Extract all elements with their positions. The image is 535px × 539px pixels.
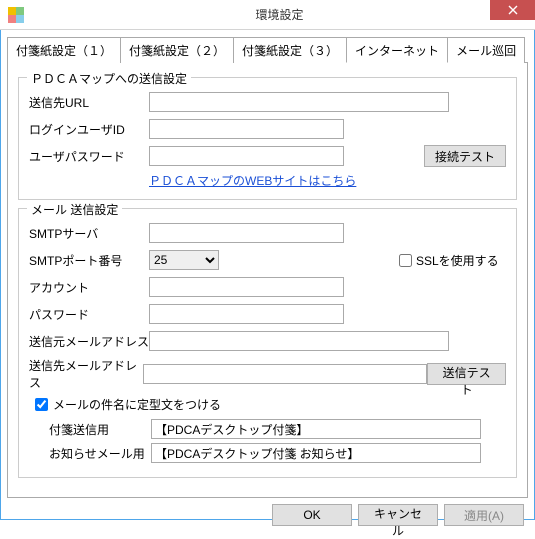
input-prefix-notice[interactable] — [151, 443, 481, 463]
label-from-address: 送信元メールアドレス — [29, 333, 149, 350]
label-smtp-server: SMTPサーバ — [29, 225, 149, 242]
label-prefix-notice: お知らせメール用 — [49, 445, 151, 462]
select-smtp-port[interactable]: 25 — [149, 250, 219, 270]
window-body: 付箋紙設定（１） 付箋紙設定（２） 付箋紙設定（３） インターネット メール巡回… — [0, 30, 535, 520]
app-icon — [8, 7, 24, 23]
tab-strip: 付箋紙設定（１） 付箋紙設定（２） 付箋紙設定（３） インターネット メール巡回 — [7, 37, 528, 63]
dialog-button-row: OK キャンセル 適用(A) — [7, 504, 528, 526]
label-user-password: ユーザパスワード — [29, 148, 149, 165]
tab-fusen-1[interactable]: 付箋紙設定（１） — [7, 37, 121, 63]
input-login-user[interactable] — [149, 119, 344, 139]
label-subject-prefix: メールの件名に定型文をつける — [53, 396, 221, 413]
label-smtp-port: SMTPポート番号 — [29, 252, 149, 269]
apply-button[interactable]: 適用(A) — [444, 504, 524, 526]
close-button[interactable] — [490, 0, 535, 20]
pdca-website-link[interactable]: ＰＤＣＡマップのWEBサイトはこちら — [149, 174, 356, 188]
send-test-button[interactable]: 送信テスト — [427, 363, 506, 385]
group-pdca-send: ＰＤＣＡマップへの送信設定 送信先URL ログインユーザID ユーザパスワード … — [18, 77, 517, 200]
input-smtp-server[interactable] — [149, 223, 344, 243]
label-dest-url: 送信先URL — [29, 94, 149, 111]
label-prefix-fusen: 付箋送信用 — [49, 421, 151, 438]
input-dest-url[interactable] — [149, 92, 449, 112]
close-icon — [508, 5, 518, 15]
ok-button[interactable]: OK — [272, 504, 352, 526]
input-mail-password[interactable] — [149, 304, 344, 324]
cancel-button[interactable]: キャンセル — [358, 504, 438, 526]
label-to-address: 送信先メールアドレス — [29, 357, 143, 391]
label-ssl: SSLを使用する — [416, 252, 499, 269]
input-from-address[interactable] — [149, 331, 449, 351]
group-mail-legend: メール 送信設定 — [27, 201, 122, 218]
label-login-user: ログインユーザID — [29, 121, 149, 138]
tab-mail-patrol[interactable]: メール巡回 — [447, 37, 525, 63]
window-title: 環境設定 — [24, 6, 535, 23]
label-account: アカウント — [29, 279, 149, 296]
tab-internet[interactable]: インターネット — [346, 37, 448, 63]
tab-panel-internet: ＰＤＣＡマップへの送信設定 送信先URL ログインユーザID ユーザパスワード … — [7, 62, 528, 498]
checkbox-ssl[interactable] — [399, 254, 412, 267]
input-prefix-fusen[interactable] — [151, 419, 481, 439]
input-account[interactable] — [149, 277, 344, 297]
tab-fusen-3[interactable]: 付箋紙設定（３） — [233, 37, 347, 63]
label-mail-password: パスワード — [29, 306, 149, 323]
input-user-password[interactable] — [149, 146, 344, 166]
group-mail-send: メール 送信設定 SMTPサーバ SMTPポート番号 25 SSLを使用する ア… — [18, 208, 517, 478]
checkbox-subject-prefix[interactable] — [35, 398, 48, 411]
connection-test-button[interactable]: 接続テスト — [424, 145, 506, 167]
titlebar: 環境設定 — [0, 0, 535, 30]
tab-fusen-2[interactable]: 付箋紙設定（２） — [120, 37, 234, 63]
group-pdca-legend: ＰＤＣＡマップへの送信設定 — [27, 70, 191, 87]
input-to-address[interactable] — [143, 364, 428, 384]
